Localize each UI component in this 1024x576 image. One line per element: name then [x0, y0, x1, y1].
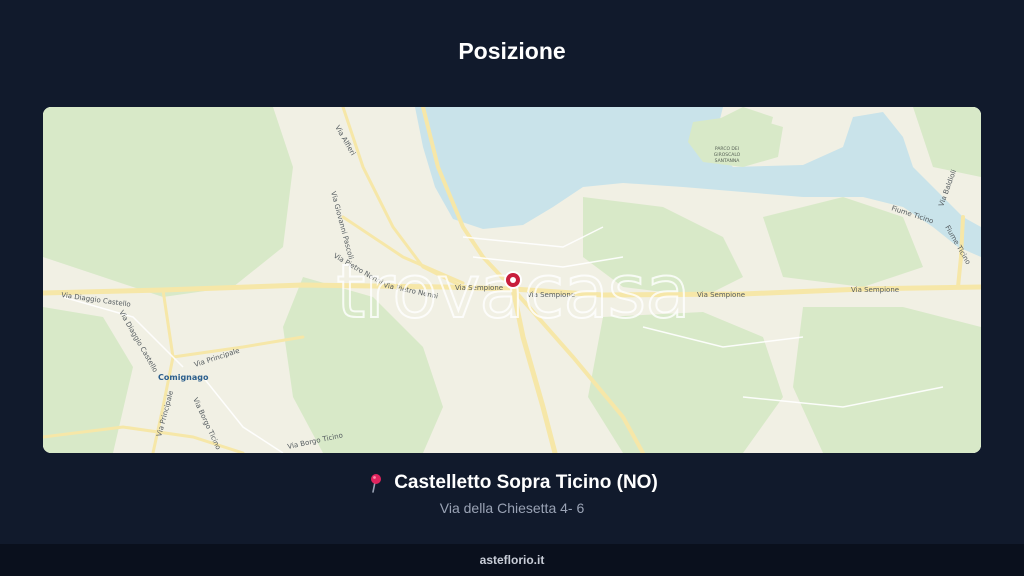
map-canvas[interactable]: Via Sempione Via Sempione Via Sempione V… [43, 107, 981, 453]
round-pushpin-icon [366, 473, 384, 493]
location-row: Castelletto Sopra Ticino (NO) [0, 472, 1024, 494]
park-label-line-2: GIROSCALO [714, 152, 741, 158]
park-label-line-1: PARCO DEI [715, 146, 739, 152]
location-name: Castelletto Sopra Ticino (NO) [394, 472, 658, 493]
location-marker[interactable] [504, 271, 522, 289]
park-label-line-3: SANTANNA [715, 158, 741, 164]
map-view[interactable]: Via Sempione Via Sempione Via Sempione V… [43, 107, 981, 453]
road-label-via-sempione-4: Via Sempione [851, 286, 899, 294]
town-label-comignago: Comignago [158, 373, 209, 382]
page-title: Posizione [458, 38, 566, 64]
location-address: Via della Chiesetta 4- 6 [439, 500, 585, 516]
watermark-logo: trovacasa [336, 249, 689, 335]
road-label-via-sempione-3: Via Sempione [697, 291, 745, 299]
footer-brand: asteflorio.it [479, 553, 545, 567]
footer: asteflorio.it [0, 544, 1024, 576]
